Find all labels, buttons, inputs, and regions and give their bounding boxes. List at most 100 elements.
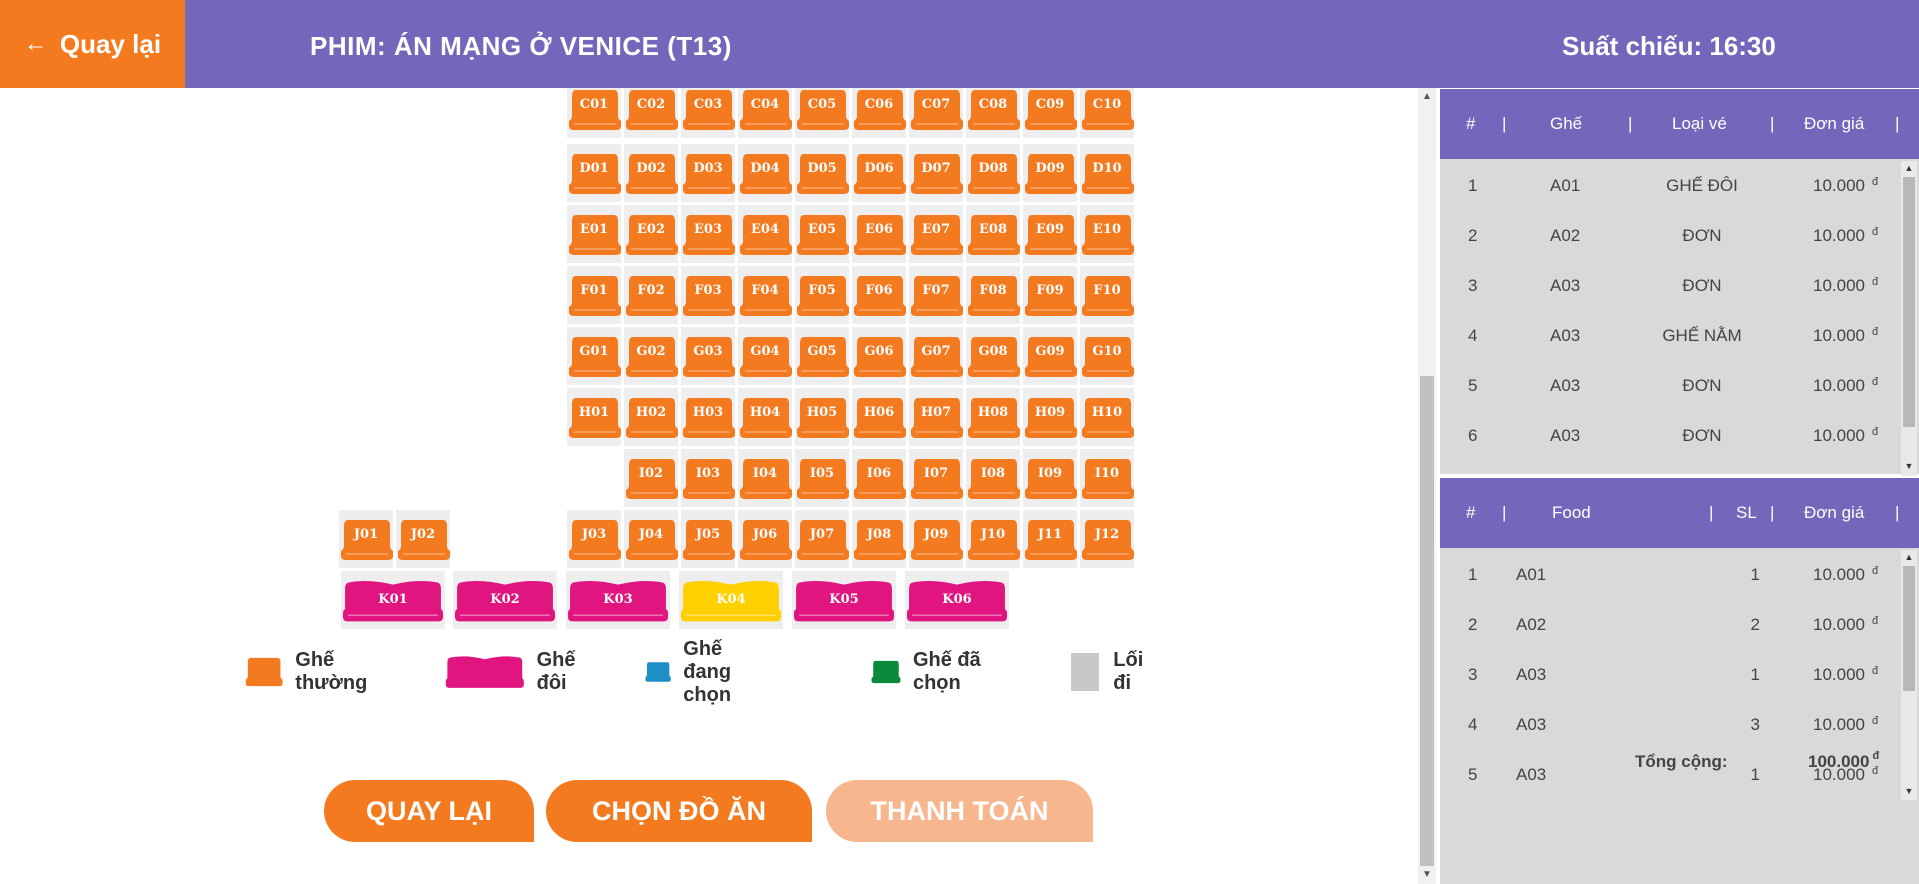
scrollbar-thumb[interactable] <box>1903 177 1915 427</box>
scroll-down-icon[interactable]: ▼ <box>1418 866 1436 884</box>
scrollbar-thumb[interactable] <box>1903 566 1915 691</box>
seat-D04[interactable]: D04 <box>738 144 792 202</box>
seat-K06[interactable]: K06 <box>905 571 1009 629</box>
seat-J02[interactable]: J02 <box>396 510 450 568</box>
seat-E05[interactable]: E05 <box>795 205 849 263</box>
ticket-table-scrollbar[interactable]: ▲ ▼ <box>1901 161 1917 476</box>
seat-C09[interactable]: C09 <box>1023 88 1077 138</box>
seat-H09[interactable]: H09 <box>1023 388 1077 446</box>
seat-I06[interactable]: I06 <box>852 449 906 507</box>
seat-G04[interactable]: G04 <box>738 327 792 385</box>
seat-E07[interactable]: E07 <box>909 205 963 263</box>
seat-E01[interactable]: E01 <box>567 205 621 263</box>
seat-G07[interactable]: G07 <box>909 327 963 385</box>
seat-G03[interactable]: G03 <box>681 327 735 385</box>
seat-F03[interactable]: F03 <box>681 266 735 324</box>
seat-H01[interactable]: H01 <box>567 388 621 446</box>
seat-C06[interactable]: C06 <box>852 88 906 138</box>
seat-K02[interactable]: K02 <box>453 571 557 629</box>
seat-G06[interactable]: G06 <box>852 327 906 385</box>
seat-H06[interactable]: H06 <box>852 388 906 446</box>
seat-F08[interactable]: F08 <box>966 266 1020 324</box>
seat-I02[interactable]: I02 <box>624 449 678 507</box>
seat-H08[interactable]: H08 <box>966 388 1020 446</box>
seat-E10[interactable]: E10 <box>1080 205 1134 263</box>
scroll-up-icon[interactable]: ▲ <box>1901 163 1917 173</box>
choose-food-button[interactable]: CHỌN ĐỒ ĂN <box>546 780 812 842</box>
seat-J01[interactable]: J01 <box>339 510 393 568</box>
seat-E03[interactable]: E03 <box>681 205 735 263</box>
seat-G02[interactable]: G02 <box>624 327 678 385</box>
seat-C03[interactable]: C03 <box>681 88 735 138</box>
seat-H10[interactable]: H10 <box>1080 388 1134 446</box>
seat-K01[interactable]: K01 <box>341 571 445 629</box>
seat-C02[interactable]: C02 <box>624 88 678 138</box>
scroll-down-icon[interactable]: ▼ <box>1901 786 1917 796</box>
seat-I10[interactable]: I10 <box>1080 449 1134 507</box>
seat-F04[interactable]: F04 <box>738 266 792 324</box>
seat-D10[interactable]: D10 <box>1080 144 1134 202</box>
seat-H02[interactable]: H02 <box>624 388 678 446</box>
seat-G10[interactable]: G10 <box>1080 327 1134 385</box>
seat-D01[interactable]: D01 <box>567 144 621 202</box>
seat-E08[interactable]: E08 <box>966 205 1020 263</box>
seat-F06[interactable]: F06 <box>852 266 906 324</box>
seat-F07[interactable]: F07 <box>909 266 963 324</box>
seat-K03[interactable]: K03 <box>566 571 670 629</box>
seat-G05[interactable]: G05 <box>795 327 849 385</box>
seat-G08[interactable]: G08 <box>966 327 1020 385</box>
scroll-up-icon[interactable]: ▲ <box>1901 552 1917 562</box>
seat-I03[interactable]: I03 <box>681 449 735 507</box>
seat-J12[interactable]: J12 <box>1080 510 1134 568</box>
scroll-up-icon[interactable]: ▲ <box>1418 88 1436 106</box>
seat-D09[interactable]: D09 <box>1023 144 1077 202</box>
seat-F02[interactable]: F02 <box>624 266 678 324</box>
seat-I07[interactable]: I07 <box>909 449 963 507</box>
seat-G09[interactable]: G09 <box>1023 327 1077 385</box>
seat-I05[interactable]: I05 <box>795 449 849 507</box>
seat-K04[interactable]: K04 <box>679 571 783 629</box>
seat-H05[interactable]: H05 <box>795 388 849 446</box>
seat-G01[interactable]: G01 <box>567 327 621 385</box>
back-button[interactable]: ← Quay lại <box>0 0 185 88</box>
seat-J09[interactable]: J09 <box>909 510 963 568</box>
scroll-down-icon[interactable]: ▼ <box>1901 461 1917 471</box>
seat-C08[interactable]: C08 <box>966 88 1020 138</box>
seat-E06[interactable]: E06 <box>852 205 906 263</box>
seat-F01[interactable]: F01 <box>567 266 621 324</box>
seat-F05[interactable]: F05 <box>795 266 849 324</box>
seat-I04[interactable]: I04 <box>738 449 792 507</box>
seat-H07[interactable]: H07 <box>909 388 963 446</box>
seat-K05[interactable]: K05 <box>792 571 896 629</box>
seat-C04[interactable]: C04 <box>738 88 792 138</box>
seat-H04[interactable]: H04 <box>738 388 792 446</box>
seat-J10[interactable]: J10 <box>966 510 1020 568</box>
seat-D06[interactable]: D06 <box>852 144 906 202</box>
seat-J11[interactable]: J11 <box>1023 510 1077 568</box>
seat-J05[interactable]: J05 <box>681 510 735 568</box>
seat-D03[interactable]: D03 <box>681 144 735 202</box>
scrollbar-thumb[interactable] <box>1420 376 1434 866</box>
seat-E02[interactable]: E02 <box>624 205 678 263</box>
back-step-button[interactable]: QUAY LẠI <box>324 780 534 842</box>
seat-J04[interactable]: J04 <box>624 510 678 568</box>
seat-F09[interactable]: F09 <box>1023 266 1077 324</box>
seat-E04[interactable]: E04 <box>738 205 792 263</box>
seat-C05[interactable]: C05 <box>795 88 849 138</box>
seat-J07[interactable]: J07 <box>795 510 849 568</box>
seat-J03[interactable]: J03 <box>567 510 621 568</box>
seat-H03[interactable]: H03 <box>681 388 735 446</box>
seat-E09[interactable]: E09 <box>1023 205 1077 263</box>
seat-C01[interactable]: C01 <box>567 88 621 138</box>
checkout-button[interactable]: THANH TOÁN <box>826 780 1093 842</box>
seat-J08[interactable]: J08 <box>852 510 906 568</box>
seat-F10[interactable]: F10 <box>1080 266 1134 324</box>
seat-C07[interactable]: C07 <box>909 88 963 138</box>
seat-C10[interactable]: C10 <box>1080 88 1134 138</box>
seat-I08[interactable]: I08 <box>966 449 1020 507</box>
seat-D08[interactable]: D08 <box>966 144 1020 202</box>
seat-I09[interactable]: I09 <box>1023 449 1077 507</box>
seat-J06[interactable]: J06 <box>738 510 792 568</box>
seat-map-scrollbar[interactable]: ▲ ▼ <box>1418 88 1436 884</box>
food-table-scrollbar[interactable]: ▲ ▼ <box>1901 550 1917 800</box>
